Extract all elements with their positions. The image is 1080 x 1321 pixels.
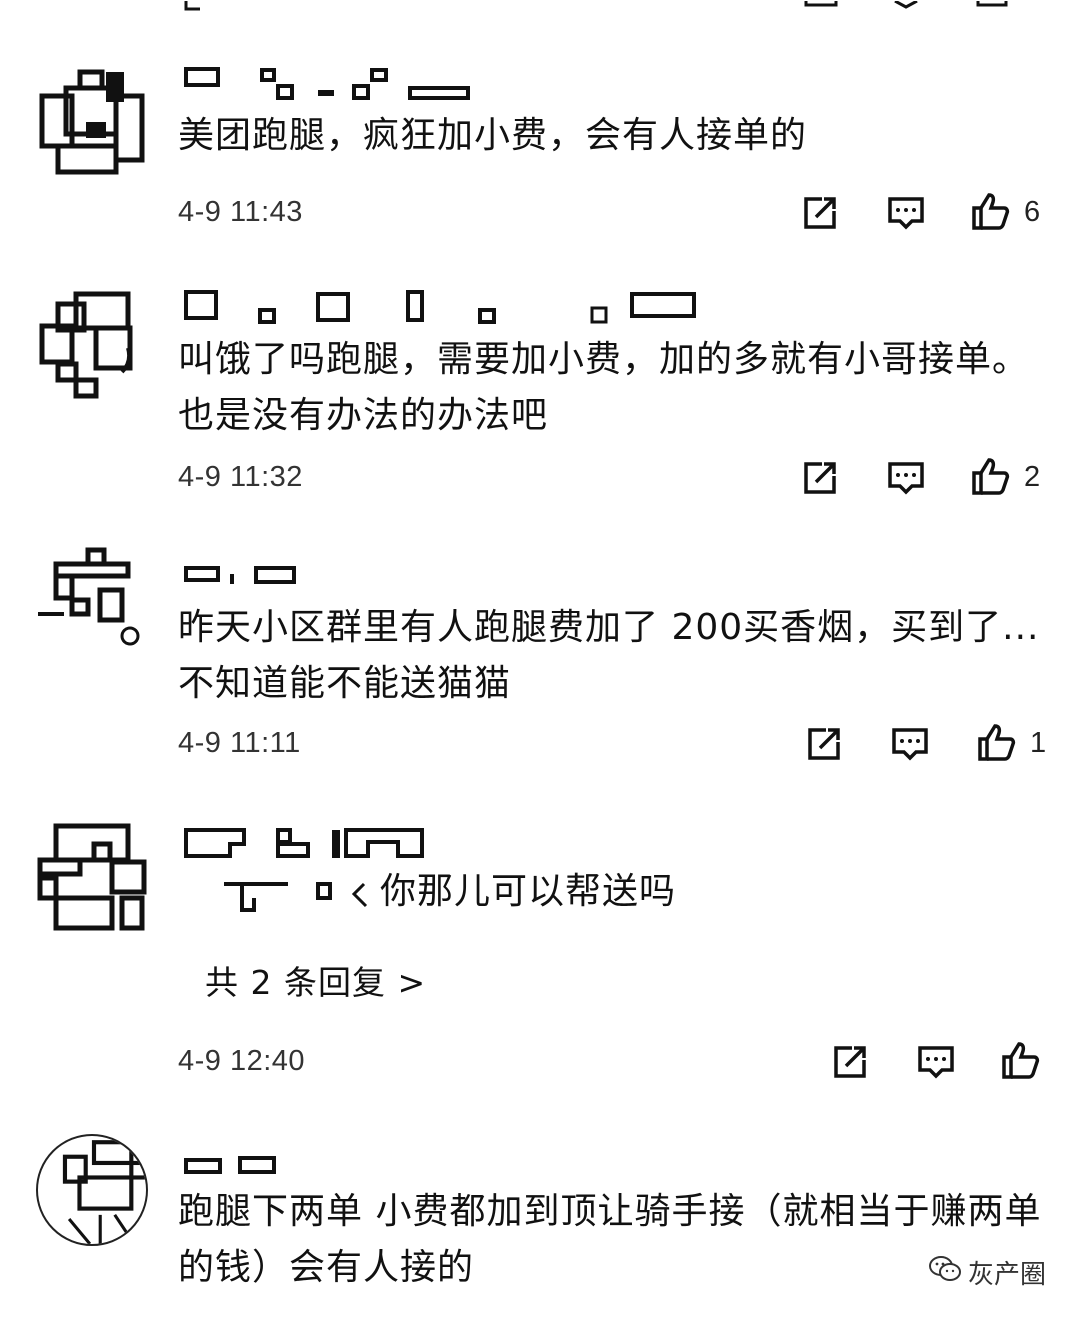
share-icon[interactable]: [800, 458, 840, 498]
username-redacted[interactable]: [182, 1152, 292, 1182]
previous-comment-actions-fragment: [0, 0, 1080, 14]
view-replies-link[interactable]: 共 2 条回复 >: [205, 956, 426, 1004]
share-icon[interactable]: [800, 193, 840, 233]
thumbs-up-icon[interactable]: [976, 723, 1016, 763]
username-redacted[interactable]: [182, 288, 702, 324]
comment-text: 跑腿下两单 小费都加到顶让骑手接（就相当于赚两单的钱）会有人接的: [178, 1191, 1042, 1288]
avatar[interactable]: [36, 822, 148, 934]
comment-time: 4-9 11:32: [178, 461, 303, 493]
avatar[interactable]: [36, 1134, 148, 1246]
share-icon[interactable]: [830, 1042, 870, 1082]
wechat-icon: [928, 1255, 962, 1290]
comment-time: 4-9 11:43: [178, 196, 303, 228]
thumbs-up-icon[interactable]: [970, 457, 1010, 497]
username-redacted[interactable]: [182, 826, 432, 858]
username-redacted[interactable]: [182, 562, 322, 592]
comment-icon[interactable]: [886, 193, 926, 233]
avatar[interactable]: [36, 290, 148, 402]
comment-text: 美团跑腿，疯狂加小费，会有人接单的: [178, 115, 808, 156]
thumbs-up-icon[interactable]: [970, 192, 1010, 232]
comment-time: 4-9 11:11: [178, 727, 301, 759]
comment-text: 你那儿可以帮送吗: [380, 871, 677, 912]
thumbs-up-icon[interactable]: [1000, 1041, 1040, 1081]
comment-text: 叫饿了吗跑腿，需要加小费，加的多就有小哥接单。也是没有办法的办法吧: [178, 339, 1030, 436]
avatar[interactable]: [36, 66, 148, 178]
like-count: 1: [1030, 727, 1047, 759]
watermark-label: 灰产圈: [967, 1260, 1046, 1290]
like-count: 6: [1024, 196, 1041, 228]
avatar[interactable]: [36, 544, 148, 656]
comment-icon[interactable]: [890, 724, 930, 764]
watermark: 灰产圈: [928, 1254, 1046, 1291]
comment-time: 4-9 12:40: [178, 1045, 306, 1077]
comment-icon[interactable]: [916, 1042, 956, 1082]
username-redacted[interactable]: [182, 66, 482, 100]
mention-redacted[interactable]: [220, 878, 380, 912]
comment-icon[interactable]: [886, 458, 926, 498]
share-icon[interactable]: [804, 724, 844, 764]
comment-text: 昨天小区群里有人跑腿费加了 200买香烟，买到了... 不知道能不能送猫猫: [178, 607, 1052, 704]
like-count: 2: [1024, 461, 1041, 493]
